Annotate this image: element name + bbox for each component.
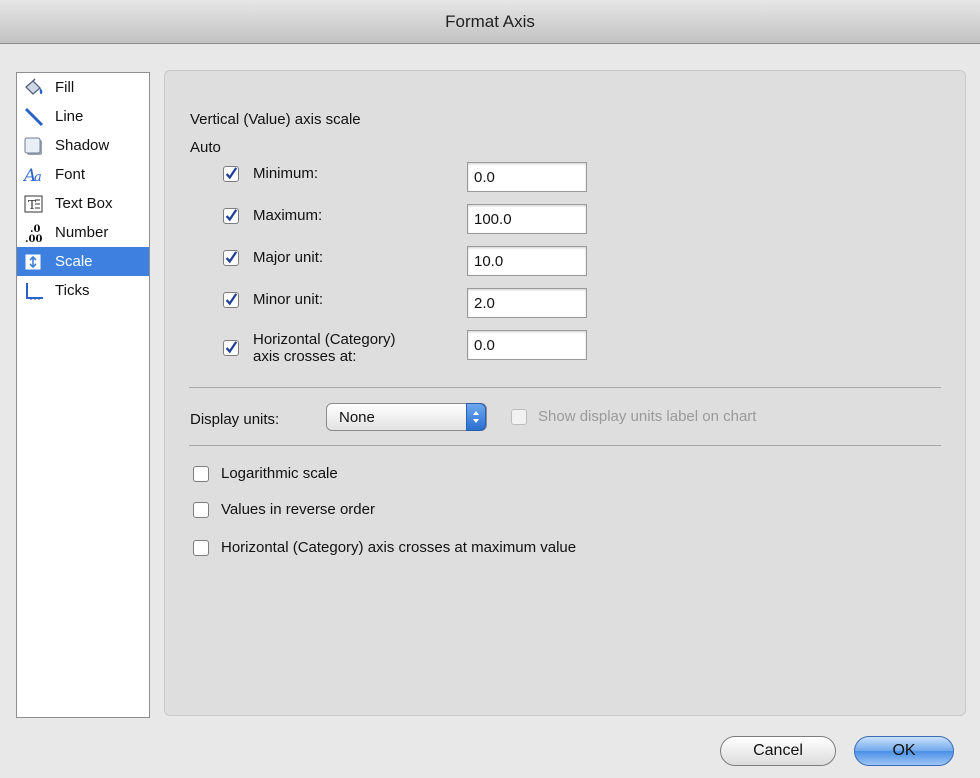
axis-crosses-input[interactable] [467, 330, 587, 360]
sidebar-item-text-box[interactable]: T Text Box [17, 189, 149, 218]
svg-text:T: T [28, 198, 36, 212]
axis-crosses-row: Horizontal (Category) axis crosses at: [223, 331, 396, 365]
minor-unit-row: Minor unit: [223, 291, 323, 308]
stepper-arrows-icon [466, 403, 486, 431]
sidebar-item-label: Ticks [55, 282, 90, 299]
sidebar-item-label: Font [55, 166, 86, 183]
maximum-row: Maximum: [223, 207, 322, 224]
ok-button[interactable]: OK [854, 736, 954, 766]
show-units-label-row: Show display units label on chart [511, 408, 756, 425]
minor-unit-auto-checkbox[interactable] [223, 291, 239, 308]
diagonal-line-icon [23, 106, 45, 128]
axis-crosses-label: Horizontal (Category) axis crosses at: [253, 331, 396, 365]
cancel-button[interactable]: Cancel [720, 736, 836, 766]
crosses-at-max-row: Horizontal (Category) axis crosses at ma… [193, 539, 576, 556]
major-unit-auto-checkbox[interactable] [223, 249, 239, 266]
text-box-icon: T [23, 193, 45, 215]
shadow-square-icon [23, 135, 45, 157]
minor-unit-input[interactable] [467, 288, 587, 318]
major-unit-label: Major unit: [253, 249, 324, 266]
maximum-input[interactable] [467, 204, 587, 234]
divider [189, 445, 941, 446]
reverse-order-label: Values in reverse order [221, 501, 375, 518]
major-unit-input[interactable] [467, 246, 587, 276]
font-aa-icon: Aa [23, 164, 45, 186]
paint-bucket-icon [23, 77, 45, 99]
sidebar-item-number[interactable]: .0.00 Number [17, 218, 149, 247]
major-unit-row: Major unit: [223, 249, 323, 266]
minor-unit-label: Minor unit: [253, 291, 324, 308]
scale-panel: Vertical (Value) axis scale Auto Minimum… [164, 70, 966, 716]
sidebar-item-label: Shadow [55, 137, 110, 154]
minimum-input[interactable] [467, 162, 587, 192]
maximum-auto-checkbox[interactable] [223, 207, 239, 224]
svg-text:a: a [34, 170, 42, 185]
show-units-label-checkbox[interactable] [511, 408, 527, 425]
window-title: Format Axis [0, 0, 980, 44]
sidebar-item-font[interactable]: Aa Font [17, 160, 149, 189]
svg-text:.00: .00 [25, 234, 42, 244]
minimum-label: Minimum: [253, 165, 319, 182]
logarithmic-scale-row: Logarithmic scale [193, 465, 338, 482]
show-units-label-text: Show display units label on chart [538, 408, 757, 425]
ticks-icon [23, 280, 45, 302]
category-sidebar: Fill Line Shadow Aa Font T Text Box .0.0… [16, 72, 150, 718]
minimum-row: Minimum: [223, 165, 318, 182]
axis-crosses-label-line1: Horizontal (Category) [253, 331, 396, 348]
scale-icon [23, 251, 45, 273]
reverse-order-checkbox[interactable] [193, 501, 209, 518]
reverse-order-row: Values in reverse order [193, 501, 375, 518]
sidebar-item-line[interactable]: Line [17, 102, 149, 131]
axis-crosses-label-line2: axis crosses at: [253, 348, 357, 365]
section-title: Vertical (Value) axis scale [190, 111, 361, 128]
sidebar-item-label: Scale [55, 253, 93, 270]
divider [189, 387, 941, 388]
sidebar-item-fill[interactable]: Fill [17, 73, 149, 102]
sidebar-item-label: Fill [55, 79, 75, 96]
sidebar-item-ticks[interactable]: Ticks [17, 276, 149, 305]
axis-crosses-auto-checkbox[interactable] [223, 340, 239, 356]
crosses-at-max-label: Horizontal (Category) axis crosses at ma… [221, 539, 577, 556]
sidebar-item-label: Number [55, 224, 109, 241]
display-units-value: None [339, 408, 375, 426]
logarithmic-scale-checkbox[interactable] [193, 465, 209, 482]
maximum-label: Maximum: [253, 207, 323, 224]
logarithmic-scale-label: Logarithmic scale [221, 465, 338, 482]
sidebar-item-label: Text Box [55, 195, 113, 212]
display-units-label: Display units: [190, 411, 280, 428]
auto-label: Auto [190, 139, 221, 156]
display-units-select[interactable]: None [326, 403, 487, 431]
number-format-icon: .0.00 [23, 222, 45, 244]
crosses-at-max-checkbox[interactable] [193, 539, 209, 556]
minimum-auto-checkbox[interactable] [223, 165, 239, 182]
sidebar-item-label: Line [55, 108, 84, 125]
sidebar-item-shadow[interactable]: Shadow [17, 131, 149, 160]
sidebar-item-scale[interactable]: Scale [17, 247, 149, 276]
